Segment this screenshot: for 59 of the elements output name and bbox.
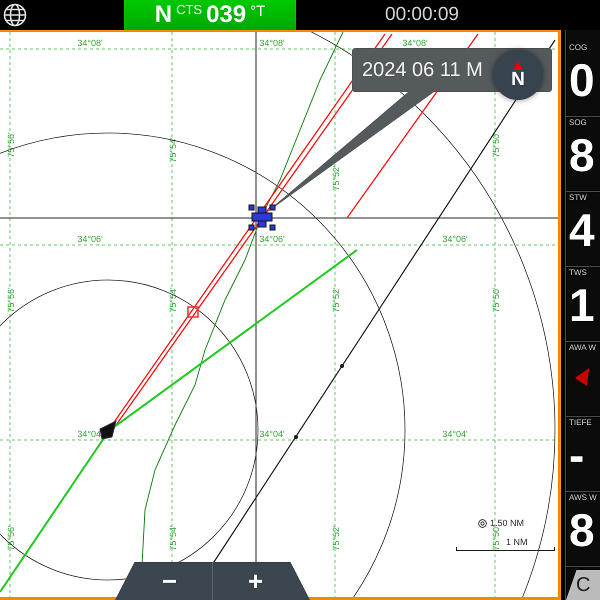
globe-icon[interactable] bbox=[3, 3, 27, 27]
data-value: - bbox=[569, 429, 586, 481]
range-ring-icon bbox=[478, 518, 487, 528]
latitude-label: 34°04' bbox=[77, 429, 103, 439]
latitude-label: 34°04' bbox=[259, 429, 285, 439]
wind-arrow-icon bbox=[575, 368, 589, 386]
longitude-label: 75°50' bbox=[491, 287, 501, 313]
longitude-label: 75°50' bbox=[491, 525, 501, 551]
data-field[interactable]: TWS 1 bbox=[566, 267, 600, 342]
longitude-label: 75°56' bbox=[6, 525, 16, 551]
data-field[interactable]: AWA W bbox=[566, 342, 600, 417]
data-label: COG bbox=[569, 42, 588, 54]
data-field[interactable]: STW 4 bbox=[566, 192, 600, 267]
longitude-label: 75°54' bbox=[168, 525, 178, 551]
latitude-label: 34°04' bbox=[442, 429, 468, 439]
scale-text: 1 NM bbox=[506, 537, 528, 547]
timer: 00:00:09 bbox=[385, 4, 459, 26]
longitude-label: 75°52' bbox=[331, 165, 341, 191]
vessel-icon bbox=[99, 420, 117, 440]
north-arrow-icon bbox=[513, 61, 523, 70]
data-label: SOG bbox=[569, 117, 588, 129]
data-field[interactable]: AWS W 8 bbox=[566, 492, 600, 567]
data-label: TIEFE bbox=[569, 417, 593, 429]
data-label: AWA W bbox=[569, 342, 597, 354]
data-field[interactable]: SOG 8 bbox=[566, 117, 600, 192]
panel-tab[interactable]: C bbox=[566, 570, 600, 600]
heading-mode: N bbox=[154, 0, 172, 30]
longitude-label: 75°52' bbox=[331, 525, 341, 551]
data-value: 0 bbox=[569, 54, 596, 106]
latitude-label: 34°08' bbox=[402, 38, 428, 48]
data-label: TWS bbox=[569, 267, 588, 279]
zoom-in-button[interactable]: + bbox=[212, 562, 310, 600]
data-value: 8 bbox=[569, 129, 596, 181]
data-label: STW bbox=[569, 192, 588, 204]
callout-text: 2024 06 11 M bbox=[362, 58, 483, 82]
data-value: 8 bbox=[569, 504, 596, 556]
zoom-out-button[interactable]: − bbox=[115, 562, 212, 600]
longitude-label: 75°54' bbox=[168, 137, 178, 163]
latitude-label: 34°06' bbox=[259, 234, 285, 244]
longitude-label: 75°52' bbox=[331, 287, 341, 313]
heading-value: 039 bbox=[206, 0, 246, 30]
longitude-label: 75°50' bbox=[491, 132, 501, 158]
data-value: 4 bbox=[569, 204, 596, 256]
data-value: 1 bbox=[569, 279, 596, 331]
heading-label: CTS bbox=[176, 2, 202, 17]
data-field[interactable]: COG 0 bbox=[566, 42, 600, 117]
chart-map[interactable]: 34°08' 34°08' 34°08' 34°06' 34°06' 34°06' 34°04' 34°04' 34°04' 75°56' 75°56' 75°56' 75°54' 75°54' 75°54' 75°52' 75°52' 75°52' 75°50' 75°50' 75°50' 2024 06 11 M N 1.50 NM 1 NM − + bbox=[0, 30, 561, 600]
data-label: AWS W bbox=[569, 492, 598, 504]
heading-unit: °T bbox=[250, 3, 266, 20]
longitude-label: 75°54' bbox=[168, 287, 178, 313]
longitude-label: 75°56' bbox=[6, 132, 16, 158]
data-field[interactable]: TIEFE - bbox=[566, 417, 600, 492]
latitude-label: 34°08' bbox=[77, 38, 103, 48]
waypoint-marker bbox=[187, 306, 199, 318]
longitude-label: 75°56' bbox=[6, 287, 16, 313]
latitude-label: 34°06' bbox=[77, 234, 103, 244]
latitude-label: 34°06' bbox=[442, 234, 468, 244]
latitude-label: 34°08' bbox=[259, 38, 285, 48]
cursor-icon bbox=[248, 204, 276, 230]
